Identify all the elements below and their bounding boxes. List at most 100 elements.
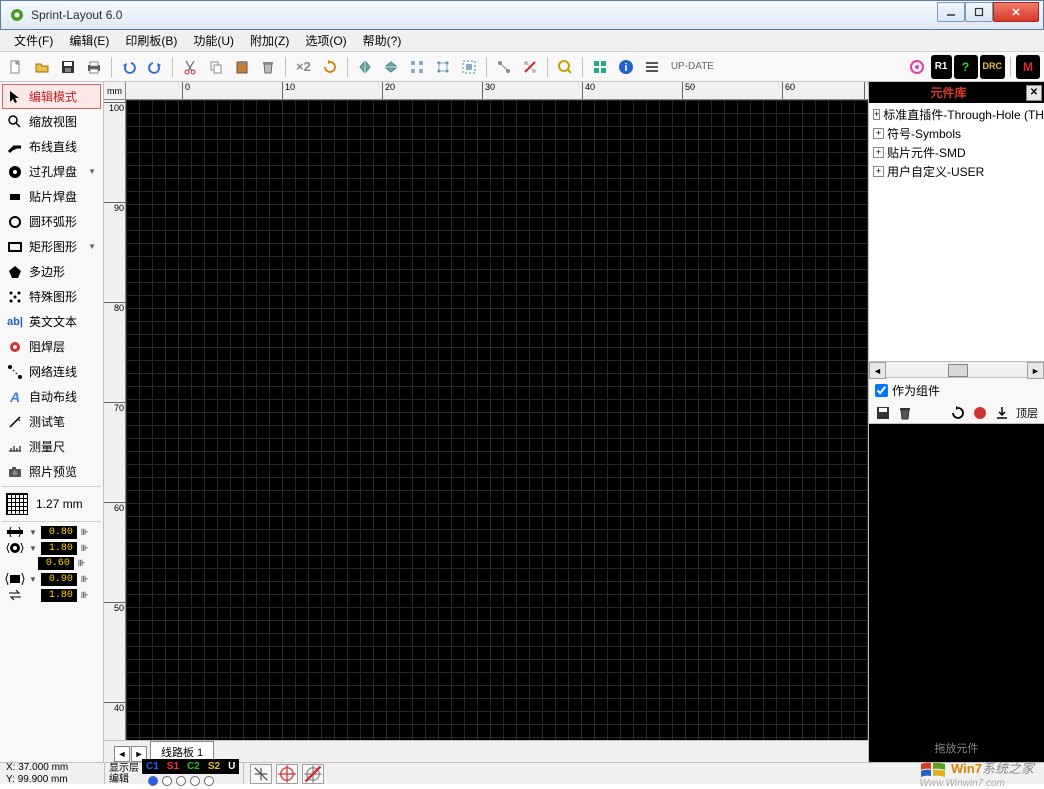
print-button[interactable] bbox=[82, 55, 106, 79]
help-badge[interactable]: ? bbox=[954, 55, 978, 79]
menu-help[interactable]: 帮助(?) bbox=[355, 30, 410, 51]
tool-label: 特殊图形 bbox=[29, 288, 77, 305]
macro-button[interactable]: M bbox=[1016, 55, 1040, 79]
cut-button[interactable] bbox=[178, 55, 202, 79]
scroll-thumb[interactable] bbox=[948, 364, 968, 377]
param-pad-inner[interactable]: ▼ 0.60 ⊪ bbox=[2, 556, 101, 571]
tool-smd[interactable]: 贴片焊盘 bbox=[2, 184, 101, 209]
expand-icon[interactable]: + bbox=[873, 128, 884, 139]
tool-text[interactable]: ab|英文文本 bbox=[2, 309, 101, 334]
copy-button[interactable] bbox=[204, 55, 228, 79]
param-track-width[interactable]: ▼ 0.80 ⊪ bbox=[2, 524, 101, 540]
expand-icon[interactable]: + bbox=[873, 109, 880, 120]
tool-autoroute[interactable]: A自动布线 bbox=[2, 384, 101, 409]
delete-macro-icon[interactable] bbox=[897, 405, 913, 421]
pcb-canvas[interactable] bbox=[126, 100, 868, 740]
panel-close-button[interactable]: ✕ bbox=[1026, 85, 1042, 101]
menu-edit[interactable]: 编辑(E) bbox=[61, 30, 117, 51]
no-origin-button[interactable] bbox=[302, 764, 324, 784]
tool-pad[interactable]: 过孔焊盘▼ bbox=[2, 159, 101, 184]
menu-board[interactable]: 印刷板(B) bbox=[117, 30, 185, 51]
pointer-icon bbox=[7, 89, 23, 105]
component-tree[interactable]: +标准直插件-Through-Hole (TH) +符号-Symbols +贴片… bbox=[869, 103, 1044, 361]
as-component-option[interactable]: 作为组件 bbox=[869, 378, 1044, 403]
remove-connections-button[interactable] bbox=[518, 55, 542, 79]
open-button[interactable] bbox=[30, 55, 54, 79]
origin-button[interactable] bbox=[276, 764, 298, 784]
connections-button[interactable] bbox=[492, 55, 516, 79]
menu-options[interactable]: 选项(O) bbox=[297, 30, 354, 51]
group-button[interactable] bbox=[457, 55, 481, 79]
layer-label[interactable]: 顶层 bbox=[1016, 405, 1038, 421]
delete-button[interactable] bbox=[256, 55, 280, 79]
download-icon[interactable] bbox=[994, 405, 1010, 421]
expand-icon[interactable]: + bbox=[873, 166, 884, 177]
tool-track[interactable]: 布线直线 bbox=[2, 134, 101, 159]
layer-chips[interactable]: C1 S1 C2 S2 U bbox=[142, 759, 239, 774]
tool-rect[interactable]: 矩形图形▼ bbox=[2, 234, 101, 259]
tool-edit-mode[interactable]: 编辑模式 bbox=[2, 84, 101, 109]
record-icon[interactable] bbox=[972, 405, 988, 421]
redo-button[interactable] bbox=[143, 55, 167, 79]
minimize-button[interactable] bbox=[937, 2, 965, 22]
tool-measure[interactable]: 测量尺 bbox=[2, 434, 101, 459]
layer-radios[interactable] bbox=[142, 774, 239, 788]
tree-item[interactable]: +符号-Symbols bbox=[871, 124, 1042, 143]
expand-icon[interactable]: + bbox=[873, 147, 884, 158]
param-smd-h[interactable]: ▼ 1.80 ⊪ bbox=[2, 587, 101, 603]
align-button[interactable] bbox=[405, 55, 429, 79]
menu-function[interactable]: 功能(U) bbox=[185, 30, 242, 51]
watermark: Win7系统之家 Www.Winwin7.com bbox=[919, 758, 1044, 789]
grid-setting[interactable]: 1.27 mm bbox=[2, 489, 101, 519]
tool-mask[interactable]: 阻焊层 bbox=[2, 334, 101, 359]
repaint-button[interactable] bbox=[588, 55, 612, 79]
update-button[interactable]: UP-DATE bbox=[666, 55, 719, 79]
paste-button[interactable] bbox=[230, 55, 254, 79]
snap-button[interactable] bbox=[431, 55, 455, 79]
tool-special[interactable]: 特殊图形 bbox=[2, 284, 101, 309]
ground-button[interactable] bbox=[250, 764, 272, 784]
save-macro-icon[interactable] bbox=[875, 405, 891, 421]
as-component-checkbox[interactable] bbox=[875, 384, 888, 397]
tool-photo[interactable]: 照片预览 bbox=[2, 459, 101, 484]
tree-item[interactable]: +用户自定义-USER bbox=[871, 162, 1042, 181]
pad-outer-icon bbox=[5, 541, 25, 555]
tool-zoom[interactable]: 缩放视图 bbox=[2, 109, 101, 134]
maximize-button[interactable] bbox=[965, 2, 993, 22]
board-list-button[interactable] bbox=[640, 55, 664, 79]
mirror-v-button[interactable] bbox=[379, 55, 403, 79]
r1-badge[interactable]: R1 bbox=[931, 55, 952, 79]
canvas-area: mm 0 10 20 30 40 50 60 70 100 90 80 70 6… bbox=[104, 82, 868, 762]
tree-item[interactable]: +标准直插件-Through-Hole (TH) bbox=[871, 105, 1042, 124]
tool-test[interactable]: 测试笔 bbox=[2, 409, 101, 434]
undo-button[interactable] bbox=[117, 55, 141, 79]
save-button[interactable] bbox=[56, 55, 80, 79]
menu-extra[interactable]: 附加(Z) bbox=[242, 30, 297, 51]
drc-badge[interactable]: DRC bbox=[980, 55, 1006, 79]
tree-item[interactable]: +贴片元件-SMD bbox=[871, 143, 1042, 162]
param-pad-outer[interactable]: ▼ 1.80 ⊪ bbox=[2, 540, 101, 556]
target-button[interactable] bbox=[905, 55, 929, 79]
duplicate-button[interactable]: ×2 bbox=[291, 55, 316, 79]
refresh-icon[interactable] bbox=[950, 405, 966, 421]
tab-prev[interactable]: ◄ bbox=[114, 746, 130, 762]
param-value: 0.60 bbox=[38, 557, 74, 570]
scroll-left[interactable]: ◄ bbox=[869, 362, 886, 379]
component-preview[interactable]: 拖放元件 bbox=[869, 424, 1044, 762]
param-smd-w[interactable]: ▼ 0.90 ⊪ bbox=[2, 571, 101, 587]
tool-polygon[interactable]: 多边形 bbox=[2, 259, 101, 284]
zoom-full-button[interactable] bbox=[553, 55, 577, 79]
new-button[interactable] bbox=[4, 55, 28, 79]
pad-icon bbox=[7, 164, 23, 180]
info-button[interactable]: i bbox=[614, 55, 638, 79]
close-button[interactable] bbox=[993, 2, 1039, 22]
layer-display: 显示层 编辑 C1 S1 C2 S2 U bbox=[104, 763, 243, 784]
tree-scrollbar[interactable]: ◄ ► bbox=[869, 361, 1044, 378]
menu-file[interactable]: 文件(F) bbox=[6, 30, 61, 51]
tool-circle[interactable]: 圆环弧形 bbox=[2, 209, 101, 234]
scroll-right[interactable]: ► bbox=[1027, 362, 1044, 379]
mirror-h-button[interactable] bbox=[353, 55, 377, 79]
rotate-button[interactable] bbox=[318, 55, 342, 79]
tool-net[interactable]: 网络连线 bbox=[2, 359, 101, 384]
coordinates: X: 37.000 mm Y: 99.900 mm bbox=[0, 762, 104, 786]
